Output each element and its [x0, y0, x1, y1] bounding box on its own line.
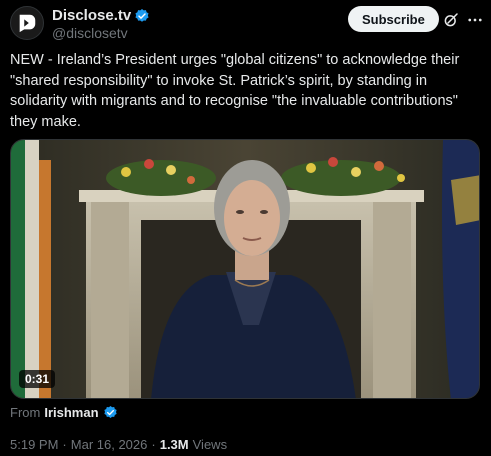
grok-icon[interactable] — [442, 11, 460, 29]
from-label: From — [10, 405, 41, 420]
video-frame — [11, 140, 479, 398]
disclose-logo-icon — [19, 14, 36, 33]
author-display-name[interactable]: Disclose.tv — [52, 7, 131, 24]
tweet-time[interactable]: 5:19 PM — [10, 437, 58, 452]
tweet-text: NEW - Ireland’s President urges "global … — [10, 52, 460, 130]
more-icon[interactable] — [466, 11, 484, 29]
author-name-row[interactable]: Disclose.tv — [52, 7, 150, 24]
tweet-header: Disclose.tv @disclosetv Subscribe — [10, 6, 484, 42]
meta-separator: · — [62, 437, 67, 452]
verified-badge-icon — [135, 8, 149, 22]
verified-badge-icon — [103, 405, 117, 418]
views-count: 1.3M — [159, 437, 189, 452]
video-player[interactable]: 0:31 — [10, 139, 480, 399]
tweet-meta-row: 5:19 PM · Mar 16, 2026 · 1.3M Views — [10, 437, 227, 452]
from-user-link[interactable]: Irishman — [44, 405, 98, 420]
author-handle[interactable]: @disclosetv — [52, 25, 128, 41]
attribution-row: From Irishman — [10, 405, 118, 420]
tweet-date[interactable]: Mar 16, 2026 — [71, 437, 148, 452]
subscribe-button[interactable]: Subscribe — [348, 6, 439, 32]
video-duration: 0:31 — [19, 370, 56, 388]
meta-separator: · — [151, 437, 156, 452]
avatar[interactable] — [10, 6, 44, 40]
views-label: Views — [192, 437, 228, 452]
